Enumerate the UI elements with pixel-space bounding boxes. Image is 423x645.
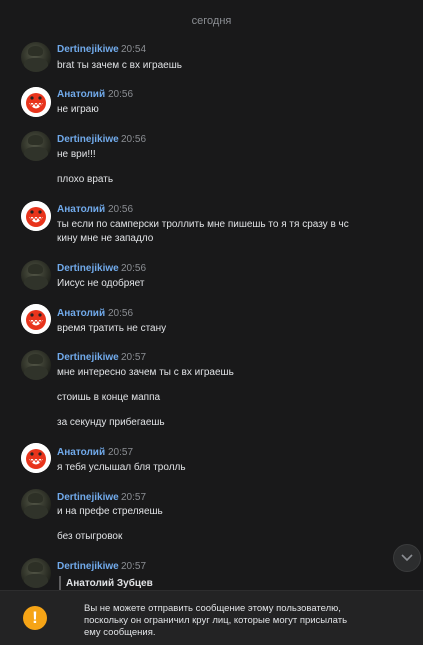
- message-text: не ври!!!: [57, 149, 96, 160]
- avatar-dertinejikiwe[interactable]: [21, 350, 51, 380]
- message-text: плохо врать: [57, 174, 114, 185]
- message-text: за секунду прибегаешь: [57, 417, 165, 428]
- message-text: ты если по самперски троллить мне пишешь…: [57, 219, 349, 230]
- message-text: и на префе стреляешь: [57, 506, 163, 517]
- author-name[interactable]: Dertinejikiwe: [57, 561, 119, 572]
- notice-line: Вы не можете отправить сообщение этому п…: [84, 603, 341, 614]
- message-text: без отыгровок: [57, 531, 123, 542]
- avatar-dertinejikiwe[interactable]: [21, 42, 51, 72]
- date-separator: сегодня: [191, 15, 232, 27]
- quote-bar: [59, 576, 61, 590]
- notice-text: Вы не можете отправить сообщение этому п…: [84, 603, 384, 639]
- avatar-anatoliy[interactable]: [21, 304, 51, 334]
- message-time[interactable]: 20:54: [121, 44, 146, 55]
- avatar-dertinejikiwe[interactable]: [21, 489, 51, 519]
- avatar-dertinejikiwe[interactable]: [21, 558, 51, 588]
- avatar-anatoliy[interactable]: [21, 201, 51, 231]
- author-name[interactable]: Анатолий: [57, 308, 105, 319]
- message-time[interactable]: 20:56: [108, 308, 133, 319]
- avatar-dertinejikiwe[interactable]: [21, 260, 51, 290]
- message-text: время тратить не стану: [57, 323, 167, 334]
- message-text: стоишь в конце маппа: [57, 392, 161, 403]
- message-time[interactable]: 20:57: [121, 561, 146, 572]
- message-time[interactable]: 20:56: [121, 134, 146, 145]
- notice-line: ему сообщения.: [84, 627, 156, 638]
- notice-line: поскольку он ограничил круг лиц, которые…: [84, 615, 348, 626]
- warning-icon: !: [23, 606, 47, 630]
- author-name[interactable]: Анатолий: [57, 447, 105, 458]
- message-text: кину мне не западло: [57, 233, 154, 244]
- message-time[interactable]: 20:57: [121, 492, 146, 503]
- author-name[interactable]: Dertinejikiwe: [57, 263, 119, 274]
- message-text: brat ты зачем с вх играешь: [57, 60, 182, 71]
- message-text: не играю: [57, 104, 99, 115]
- message-text: мне интересно зачем ты с вх играешь: [57, 367, 234, 378]
- avatar-dertinejikiwe[interactable]: [21, 131, 51, 161]
- message-text: Иисус не одобряет: [57, 278, 145, 289]
- message-time[interactable]: 20:57: [108, 447, 133, 458]
- author-name[interactable]: Анатолий: [57, 204, 105, 215]
- avatar-anatoliy[interactable]: [21, 443, 51, 473]
- author-name[interactable]: Анатолий: [57, 89, 105, 100]
- message-text: я тебя услышал бля тролль: [57, 462, 186, 473]
- scroll-down-button[interactable]: [393, 544, 421, 572]
- avatar-anatoliy[interactable]: [21, 87, 51, 117]
- author-name[interactable]: Dertinejikiwe: [57, 352, 119, 363]
- restriction-notice: ! Вы не можете отправить сообщение этому…: [0, 590, 423, 645]
- message-time[interactable]: 20:56: [108, 89, 133, 100]
- author-name[interactable]: Dertinejikiwe: [57, 44, 119, 55]
- chevron-down-icon: [401, 554, 413, 562]
- message-time[interactable]: 20:57: [121, 352, 146, 363]
- message-time[interactable]: 20:56: [121, 263, 146, 274]
- author-name[interactable]: Dertinejikiwe: [57, 492, 119, 503]
- message-time[interactable]: 20:56: [108, 204, 133, 215]
- author-name[interactable]: Dertinejikiwe: [57, 134, 119, 145]
- quoted-author[interactable]: Анатолий Зубцев: [66, 578, 153, 589]
